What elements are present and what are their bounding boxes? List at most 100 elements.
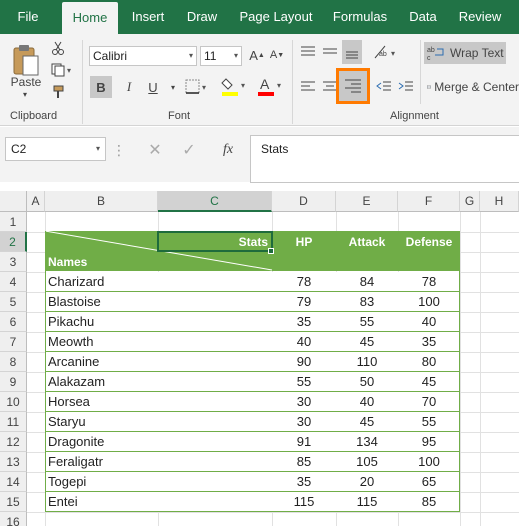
row-header-15[interactable]: 15 bbox=[0, 492, 27, 512]
cell-name[interactable]: Dragonite bbox=[48, 432, 156, 452]
cell-defense[interactable]: 85 bbox=[398, 492, 460, 512]
cell-attack[interactable]: 40 bbox=[336, 392, 398, 412]
cell-name[interactable]: Entei bbox=[48, 492, 156, 512]
cell-attack[interactable]: 83 bbox=[336, 292, 398, 312]
row-header-10[interactable]: 10 bbox=[0, 392, 27, 412]
cell-name[interactable]: Alakazam bbox=[48, 372, 156, 392]
tab-draw[interactable]: Draw bbox=[180, 0, 224, 34]
cell-hp[interactable]: 30 bbox=[272, 392, 336, 412]
active-cell-selection[interactable] bbox=[157, 231, 273, 252]
row-header-3[interactable]: 3 bbox=[0, 252, 27, 272]
cell-defense[interactable]: 95 bbox=[398, 432, 460, 452]
row-header-13[interactable]: 13 bbox=[0, 452, 27, 472]
cell-defense[interactable]: 40 bbox=[398, 312, 460, 332]
row-header-9[interactable]: 9 bbox=[0, 372, 27, 392]
tab-page-layout[interactable]: Page Layout bbox=[234, 0, 318, 34]
cell-attack[interactable]: 115 bbox=[336, 492, 398, 512]
tab-data[interactable]: Data bbox=[402, 0, 444, 34]
cell-hp[interactable]: 35 bbox=[272, 312, 336, 332]
decrease-font-icon[interactable]: A ▼ bbox=[268, 46, 286, 64]
enter-icon[interactable]: ✓ bbox=[180, 141, 198, 159]
column-header-d[interactable]: D bbox=[272, 191, 336, 212]
align-bottom-icon[interactable] bbox=[342, 40, 362, 64]
column-header-f[interactable]: F bbox=[398, 191, 460, 212]
cell-name[interactable]: Meowth bbox=[48, 332, 156, 352]
row-header-1[interactable]: 1 bbox=[0, 212, 27, 232]
row-header-12[interactable]: 12 bbox=[0, 432, 27, 452]
tab-insert[interactable]: Insert bbox=[124, 0, 172, 34]
cell-hp[interactable]: 55 bbox=[272, 372, 336, 392]
cell-defense[interactable]: 55 bbox=[398, 412, 460, 432]
underline-icon[interactable]: U bbox=[144, 76, 162, 98]
cell-hp[interactable]: 91 bbox=[272, 432, 336, 452]
worksheet-grid[interactable]: A B C D E F G H 1 2 3 4 5 6 7 8 9 10 11 12 13 14 15 16 … bbox=[0, 190, 519, 526]
cell-hp[interactable]: 90 bbox=[272, 352, 336, 372]
cell-defense[interactable]: 35 bbox=[398, 332, 460, 352]
row-header-16[interactable]: 16 bbox=[0, 512, 27, 526]
font-color-icon[interactable]: A ▾ bbox=[256, 74, 286, 98]
borders-icon[interactable]: ▾ bbox=[184, 76, 212, 98]
cell-attack[interactable]: 84 bbox=[336, 272, 398, 292]
align-right-button[interactable] bbox=[336, 68, 370, 104]
cell-attack[interactable]: 50 bbox=[336, 372, 398, 392]
column-header-h[interactable]: H bbox=[480, 191, 519, 212]
italic-icon[interactable]: I bbox=[120, 76, 138, 98]
insert-function-button[interactable]: fx bbox=[218, 141, 238, 159]
cell-name[interactable]: Staryu bbox=[48, 412, 156, 432]
cell-name[interactable]: Arcanine bbox=[48, 352, 156, 372]
cancel-icon[interactable]: ✕ bbox=[146, 141, 164, 159]
row-header-14[interactable]: 14 bbox=[0, 472, 27, 492]
tab-file[interactable]: File bbox=[6, 0, 50, 34]
row-header-5[interactable]: 5 bbox=[0, 292, 27, 312]
column-header-e[interactable]: E bbox=[336, 191, 398, 212]
cell-name[interactable]: Horsea bbox=[48, 392, 156, 412]
cell-attack[interactable]: 110 bbox=[336, 352, 398, 372]
cell-hp[interactable]: 35 bbox=[272, 472, 336, 492]
cell-hp[interactable]: 40 bbox=[272, 332, 336, 352]
cell-name[interactable]: Blastoise bbox=[48, 292, 156, 312]
align-left-icon[interactable] bbox=[298, 76, 318, 98]
cell-defense[interactable]: 70 bbox=[398, 392, 460, 412]
row-header-11[interactable]: 11 bbox=[0, 412, 27, 432]
wrap-text-button[interactable]: ab c Wrap Text bbox=[424, 42, 506, 64]
cell-hp[interactable]: 30 bbox=[272, 412, 336, 432]
increase-indent-icon[interactable] bbox=[396, 76, 416, 98]
fill-handle[interactable] bbox=[268, 248, 274, 254]
cell-defense[interactable]: 100 bbox=[398, 452, 460, 472]
cell-hp[interactable]: 79 bbox=[272, 292, 336, 312]
name-box[interactable]: C2 ▾ bbox=[5, 137, 106, 161]
chevron-down-icon[interactable]: ▾ bbox=[96, 138, 100, 160]
column-header-g[interactable]: G bbox=[460, 191, 480, 212]
underline-dropdown-icon[interactable]: ▾ bbox=[168, 76, 178, 98]
select-all-corner[interactable] bbox=[0, 191, 27, 212]
column-header-b[interactable]: B bbox=[45, 191, 158, 212]
cell-defense[interactable]: 65 bbox=[398, 472, 460, 492]
cell-hp[interactable]: 115 bbox=[272, 492, 336, 512]
tab-formulas[interactable]: Formulas bbox=[326, 0, 394, 34]
row-header-2[interactable]: 2 bbox=[0, 232, 27, 252]
row-header-6[interactable]: 6 bbox=[0, 312, 27, 332]
cell-attack[interactable]: 55 bbox=[336, 312, 398, 332]
font-size-select[interactable]: 11 ▾ bbox=[200, 46, 242, 66]
paste-dropdown-icon[interactable]: ▾ bbox=[20, 90, 30, 99]
cell-defense[interactable]: 45 bbox=[398, 372, 460, 392]
fill-color-icon[interactable]: ▾ bbox=[220, 74, 250, 98]
cell-hp[interactable]: 85 bbox=[272, 452, 336, 472]
cell-attack[interactable]: 45 bbox=[336, 332, 398, 352]
cell-defense[interactable]: 80 bbox=[398, 352, 460, 372]
cell-attack[interactable]: 45 bbox=[336, 412, 398, 432]
row-header-7[interactable]: 7 bbox=[0, 332, 27, 352]
cell-name[interactable]: Togepi bbox=[48, 472, 156, 492]
cell-name[interactable]: Pikachu bbox=[48, 312, 156, 332]
formula-input[interactable]: Stats bbox=[250, 135, 519, 183]
paste-button[interactable]: Paste bbox=[6, 74, 46, 90]
cell-defense[interactable]: 78 bbox=[398, 272, 460, 292]
cell-name[interactable]: Feraligatr bbox=[48, 452, 156, 472]
column-header-a[interactable]: A bbox=[27, 191, 45, 212]
tab-review[interactable]: Review bbox=[452, 0, 508, 34]
align-top-icon[interactable] bbox=[298, 42, 318, 62]
cut-icon[interactable] bbox=[50, 40, 66, 56]
cell-attack[interactable]: 134 bbox=[336, 432, 398, 452]
format-painter-icon[interactable] bbox=[50, 84, 66, 100]
cell-attack[interactable]: 20 bbox=[336, 472, 398, 492]
